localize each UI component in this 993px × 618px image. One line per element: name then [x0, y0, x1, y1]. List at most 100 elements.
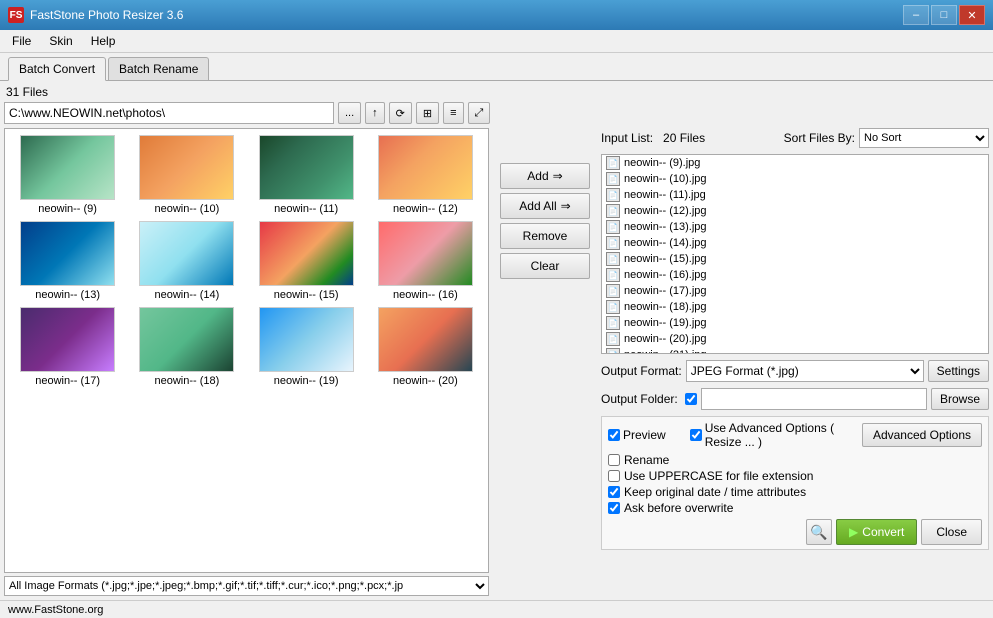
file-name: neowin-- (18).jpg: [624, 301, 707, 313]
output-folder-checkbox[interactable]: [685, 393, 697, 405]
file-icon: 📄: [606, 348, 620, 354]
view-grid-button[interactable]: ⊞: [416, 102, 439, 124]
input-list-label: Input List: 20 Files: [601, 131, 705, 145]
file-filter-select[interactable]: All Image Formats (*.jpg;*.jpe;*.jpeg;*.…: [4, 576, 489, 596]
refresh-button[interactable]: ⟳: [389, 102, 412, 124]
toolbar-row: ... ↑ ⟳ ⊞ ≡ ⤢: [4, 102, 989, 124]
list-item[interactable]: neowin-- (13): [11, 221, 124, 301]
convert-button[interactable]: ▶ Convert: [836, 519, 917, 545]
list-item[interactable]: 📄 neowin-- (16).jpg: [602, 267, 988, 283]
thumbnail: [378, 135, 473, 200]
image-label: neowin-- (14): [154, 289, 219, 301]
file-name: neowin-- (17).jpg: [624, 285, 707, 297]
clear-button[interactable]: Clear: [500, 253, 590, 279]
tab-batch-convert[interactable]: Batch Convert: [8, 57, 106, 81]
preview-check[interactable]: Preview: [608, 428, 666, 442]
thumbnail: [20, 135, 115, 200]
ask-overwrite-label: Ask before overwrite: [624, 501, 733, 515]
add-button[interactable]: Add ⇒: [500, 163, 590, 189]
status-bar: www.FastStone.org: [0, 600, 993, 618]
close-button[interactable]: ✕: [959, 5, 985, 25]
list-item[interactable]: neowin-- (18): [130, 307, 243, 387]
path-input[interactable]: [4, 102, 334, 124]
file-list-box[interactable]: 📄 neowin-- (9).jpg 📄 neowin-- (10).jpg 📄…: [601, 154, 989, 354]
file-icon: 📄: [606, 300, 620, 314]
image-label: neowin-- (18): [154, 375, 219, 387]
menu-help[interactable]: Help: [83, 32, 124, 50]
image-label: neowin-- (20): [393, 375, 458, 387]
file-icon: 📄: [606, 284, 620, 298]
list-item[interactable]: 📄 neowin-- (20).jpg: [602, 331, 988, 347]
list-item[interactable]: neowin-- (10): [130, 135, 243, 215]
image-label: neowin-- (10): [154, 203, 219, 215]
mid-buttons: Add ⇒ Add All ⇒ Remove Clear: [495, 133, 595, 279]
list-item[interactable]: neowin-- (17): [11, 307, 124, 387]
menu-skin[interactable]: Skin: [41, 32, 80, 50]
list-item[interactable]: 📄 neowin-- (14).jpg: [602, 235, 988, 251]
rename-checkbox[interactable]: [608, 454, 620, 466]
options-top: Preview Use Advanced Options ( Resize ..…: [608, 421, 982, 449]
add-all-button[interactable]: Add All ⇒: [500, 193, 590, 219]
sort-select[interactable]: No Sort Name Size Date: [859, 128, 989, 148]
list-item[interactable]: neowin-- (14): [130, 221, 243, 301]
file-name: neowin-- (20).jpg: [624, 333, 707, 345]
tab-batch-rename[interactable]: Batch Rename: [108, 57, 209, 80]
preview-icon-button[interactable]: 🔍: [806, 519, 832, 545]
adv-options-label: Use Advanced Options ( Resize ... ): [705, 421, 858, 449]
list-item[interactable]: neowin-- (15): [250, 221, 363, 301]
browse-folder-button[interactable]: Browse: [931, 388, 989, 410]
file-filter-row: All Image Formats (*.jpg;*.jpe;*.jpeg;*.…: [4, 576, 489, 596]
view-list-button[interactable]: ≡: [443, 102, 463, 124]
list-item[interactable]: 📄 neowin-- (19).jpg: [602, 315, 988, 331]
file-icon: 📄: [606, 268, 620, 282]
list-item[interactable]: 📄 neowin-- (9).jpg: [602, 155, 988, 171]
file-icon: 📄: [606, 236, 620, 250]
file-name: neowin-- (15).jpg: [624, 253, 707, 265]
file-name: neowin-- (9).jpg: [624, 157, 700, 169]
expand-button[interactable]: ⤢: [468, 102, 491, 124]
file-name: neowin-- (11).jpg: [624, 189, 706, 201]
add-label: Add: [527, 169, 548, 183]
image-grid-container[interactable]: neowin-- (9) neowin-- (10) neowin-- (11)…: [4, 128, 489, 573]
menu-bar: File Skin Help: [0, 30, 993, 53]
list-item[interactable]: 📄 neowin-- (11).jpg: [602, 187, 988, 203]
preview-checkbox[interactable]: [608, 429, 620, 441]
list-item[interactable]: neowin-- (12): [369, 135, 482, 215]
keep-date-row: Keep original date / time attributes: [608, 485, 982, 499]
list-item[interactable]: 📄 neowin-- (21).jpg: [602, 347, 988, 354]
browse-path-button[interactable]: ...: [338, 102, 361, 124]
list-item[interactable]: neowin-- (19): [250, 307, 363, 387]
minimize-button[interactable]: –: [903, 5, 929, 25]
list-item[interactable]: neowin-- (11): [250, 135, 363, 215]
keep-date-checkbox[interactable]: [608, 486, 620, 498]
advanced-options-button[interactable]: Advanced Options: [862, 423, 982, 447]
list-item[interactable]: neowin-- (9): [11, 135, 124, 215]
list-item[interactable]: 📄 neowin-- (13).jpg: [602, 219, 988, 235]
file-icon: 📄: [606, 204, 620, 218]
remove-button[interactable]: Remove: [500, 223, 590, 249]
list-item[interactable]: neowin-- (20): [369, 307, 482, 387]
uppercase-checkbox[interactable]: [608, 470, 620, 482]
adv-options-check[interactable]: Use Advanced Options ( Resize ... ): [690, 421, 858, 449]
up-button[interactable]: ↑: [365, 102, 385, 124]
image-label: neowin-- (11): [274, 203, 338, 215]
file-count-label: 31 Files: [4, 85, 989, 99]
output-format-select[interactable]: JPEG Format (*.jpg): [686, 360, 924, 382]
settings-button[interactable]: Settings: [928, 360, 989, 382]
maximize-button[interactable]: □: [931, 5, 957, 25]
close-app-button[interactable]: Close: [921, 519, 982, 545]
adv-options-checkbox[interactable]: [690, 429, 702, 441]
list-item[interactable]: 📄 neowin-- (18).jpg: [602, 299, 988, 315]
list-item[interactable]: 📄 neowin-- (17).jpg: [602, 283, 988, 299]
list-item[interactable]: neowin-- (16): [369, 221, 482, 301]
keep-date-label: Keep original date / time attributes: [624, 485, 806, 499]
ask-overwrite-checkbox[interactable]: [608, 502, 620, 514]
output-format-row: Output Format: JPEG Format (*.jpg) Setti…: [601, 360, 989, 382]
menu-file[interactable]: File: [4, 32, 39, 50]
output-folder-input[interactable]: [701, 388, 927, 410]
right-panel: Input List: 20 Files Sort Files By: No S…: [601, 128, 989, 596]
list-item[interactable]: 📄 neowin-- (10).jpg: [602, 171, 988, 187]
list-item[interactable]: 📄 neowin-- (12).jpg: [602, 203, 988, 219]
ask-overwrite-row: Ask before overwrite: [608, 501, 982, 515]
list-item[interactable]: 📄 neowin-- (15).jpg: [602, 251, 988, 267]
